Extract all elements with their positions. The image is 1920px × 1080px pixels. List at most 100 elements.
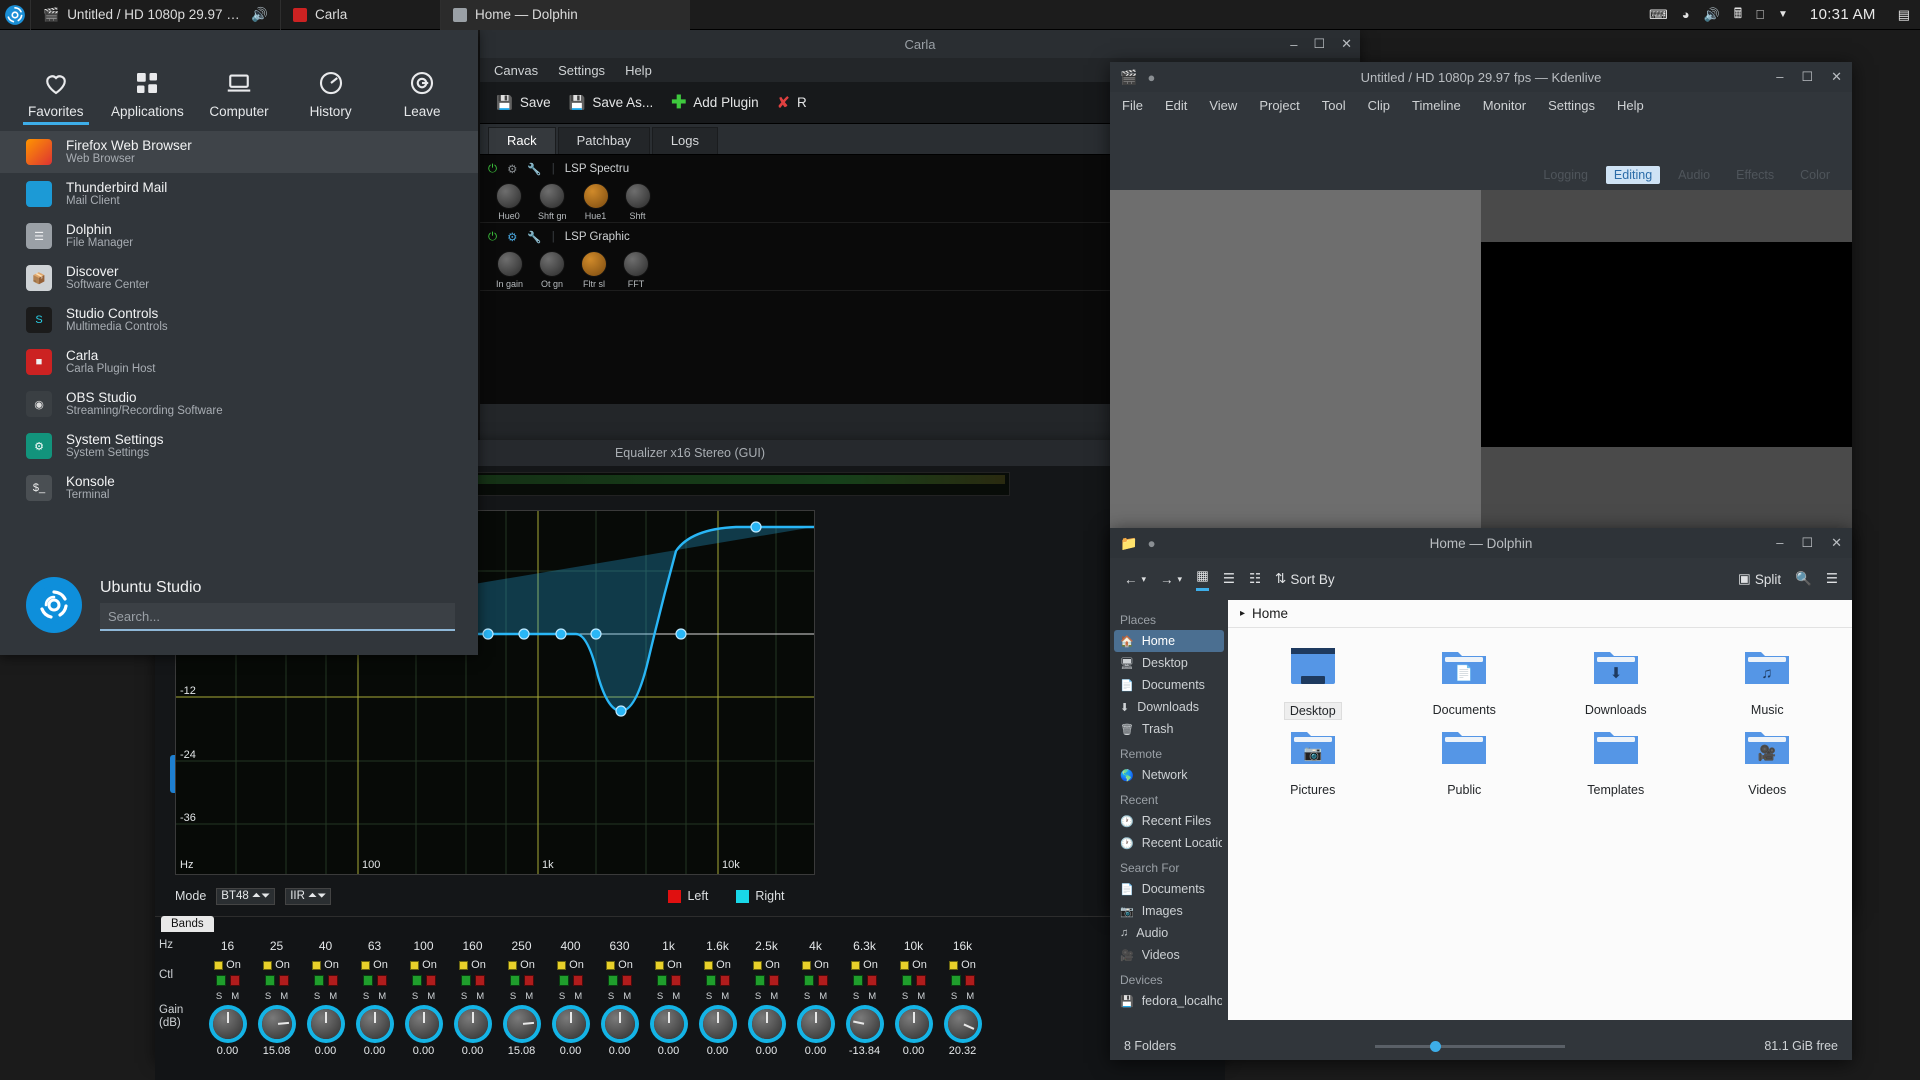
eq-band-column[interactable]: 630 On S M 0.00 <box>595 939 644 1057</box>
kdenlive-close-button[interactable]: ✕ <box>1831 69 1842 85</box>
eq-band-column[interactable]: 1.6k On S M 0.00 <box>693 939 742 1057</box>
folder-item-templates[interactable]: Templates <box>1543 726 1689 798</box>
band-enable-toggle[interactable]: On <box>459 958 486 972</box>
kickoff-launcher-icon[interactable] <box>0 0 30 30</box>
chevron-down-icon[interactable]: ▾ <box>1142 574 1147 585</box>
lsp-mode-row[interactable]: Mode BT48 ⏶⏷ IIR ⏶⏷ Left Right SPECTRUM … <box>155 881 1225 911</box>
places-item-images[interactable]: 📷 Images <box>1110 900 1228 922</box>
eq-band-column[interactable]: 63 On S M 0.00 <box>350 939 399 1057</box>
eq-band-column[interactable]: 2.5k On S M 0.00 <box>742 939 791 1057</box>
band-mute-led[interactable] <box>817 975 828 986</box>
carla-knob[interactable]: Shft <box>624 183 651 221</box>
band-solo-led[interactable] <box>656 975 667 986</box>
band-gain-knob[interactable] <box>506 1009 537 1039</box>
kdenlive-menu-timeline[interactable]: Timeline <box>1412 98 1461 113</box>
kdenlive-menubar[interactable]: File Edit View Project Tool Clip Timeline Monit… <box>1110 92 1852 118</box>
eq-band-column[interactable]: 16k On S M 20.32 <box>938 939 987 1057</box>
band-solo-led[interactable] <box>852 975 863 986</box>
band-gain-knob[interactable] <box>408 1009 439 1039</box>
band-gain-knob[interactable] <box>457 1009 488 1039</box>
carla-add-plugin-button[interactable]: ✚ Add Plugin <box>671 92 758 113</box>
chevron-down-icon[interactable]: ▼ <box>1778 9 1788 20</box>
band-solo-led[interactable] <box>803 975 814 986</box>
band-enable-toggle[interactable]: On <box>508 958 535 972</box>
band-mute-led[interactable] <box>866 975 877 986</box>
band-mute-led[interactable] <box>327 975 338 986</box>
band-mute-led[interactable] <box>572 975 583 986</box>
favorite-item-konsole[interactable]: $_ Konsole Terminal <box>0 467 478 509</box>
places-item-audio[interactable]: ♫ Audio <box>1110 922 1228 944</box>
dolphin-compact-view-button[interactable]: ☷ <box>1249 571 1261 587</box>
band-solo-led[interactable] <box>460 975 471 986</box>
eq-band-column[interactable]: 40 On S M 0.00 <box>301 939 350 1057</box>
band-gain-knob[interactable] <box>310 1009 341 1039</box>
band-enable-toggle[interactable]: On <box>949 958 976 972</box>
wrench-icon[interactable]: 🔧 <box>527 230 541 244</box>
kdenlive-minimize-button[interactable]: – <box>1776 69 1783 85</box>
carla-remove-plugin-button[interactable]: ✘ R <box>777 93 807 113</box>
kdenlive-menu-file[interactable]: File <box>1122 98 1143 113</box>
carla-menu-help[interactable]: Help <box>625 63 652 78</box>
taskbar-item-carla[interactable]: Carla <box>280 0 440 30</box>
dolphin-details-view-button[interactable]: ☰ <box>1223 571 1235 587</box>
folder-item-documents[interactable]: 📄 Documents <box>1392 646 1538 720</box>
band-solo-led[interactable] <box>411 975 422 986</box>
band-solo-led[interactable] <box>264 975 275 986</box>
kickoff-tab-leave[interactable]: Leave <box>376 68 468 125</box>
kickoff-tab-favorites[interactable]: Favorites <box>10 68 102 125</box>
band-gain-knob[interactable] <box>898 1009 929 1039</box>
dolphin-maximize-button[interactable]: ☐ <box>1801 535 1813 551</box>
display-icon[interactable]: ⎕ <box>1756 7 1764 23</box>
power-icon[interactable]: ⏻ <box>488 231 497 244</box>
kickoff-favorites-list[interactable]: Firefox Web Browser Web Browser Thunderbir… <box>0 125 478 509</box>
carla-menu-settings[interactable]: Settings <box>558 63 605 78</box>
gear-icon[interactable]: ⚙ <box>507 162 517 176</box>
kickoff-tab-computer[interactable]: Computer <box>193 68 285 125</box>
carla-save-button[interactable]: 💾 Save <box>496 95 551 111</box>
eq-band-column[interactable]: 6.3k On S M -13.84 <box>840 939 889 1057</box>
band-gain-knob[interactable] <box>555 1009 586 1039</box>
eq-band-column[interactable]: 1k On S M 0.00 <box>644 939 693 1057</box>
eq-band-column[interactable]: 250 On S M 15.08 <box>497 939 546 1057</box>
band-gain-knob[interactable] <box>359 1009 390 1039</box>
carla-tab-rack[interactable]: Rack <box>488 127 556 154</box>
carla-knob[interactable]: Fltr sl <box>581 251 608 289</box>
layout-button-editing[interactable]: Editing <box>1605 166 1661 184</box>
band-enable-toggle[interactable]: On <box>851 958 878 972</box>
keyboard-icon[interactable]: ⌨ <box>1649 7 1668 23</box>
places-item-documents[interactable]: 📄 Documents <box>1110 674 1228 696</box>
favorite-item-studio-controls[interactable]: S Studio Controls Multimedia Controls <box>0 299 478 341</box>
bands-tab[interactable]: Bands <box>161 916 214 932</box>
band-mute-led[interactable] <box>964 975 975 986</box>
band-enable-toggle[interactable]: On <box>704 958 731 972</box>
band-mute-led[interactable] <box>768 975 779 986</box>
carla-knob[interactable]: Hue0 <box>496 183 522 221</box>
clip-monitor-screen[interactable] <box>1110 242 1481 447</box>
folder-item-videos[interactable]: 🎥 Videos <box>1695 726 1841 798</box>
places-item-trash[interactable]: 🗑 Trash <box>1110 718 1228 740</box>
breadcrumb-arrow-icon[interactable]: ▸ <box>1240 608 1245 619</box>
favorite-item-thunderbird-mail[interactable]: Thunderbird Mail Mail Client <box>0 173 478 215</box>
zoom-slider-handle[interactable] <box>1430 1040 1442 1052</box>
band-enable-toggle[interactable]: On <box>312 958 339 972</box>
dolphin-places-panel[interactable]: Places 🏠 Home 🖥 Desktop 📄 Documents ⬇ Downloads 🗑… <box>1110 600 1228 1020</box>
band-enable-toggle[interactable]: On <box>753 958 780 972</box>
breadcrumb[interactable]: ▸ Home <box>1228 600 1852 628</box>
eq-band-column[interactable]: 10k On S M 0.00 <box>889 939 938 1057</box>
band-gain-knob[interactable] <box>702 1009 733 1039</box>
favorite-item-discover[interactable]: 📦 Discover Software Center <box>0 257 478 299</box>
band-gain-knob[interactable] <box>751 1009 782 1039</box>
band-mute-led[interactable] <box>229 975 240 986</box>
taskbar-item-kdenlive[interactable]: 🎬 Untitled / HD 1080p 29.97 fps... 🔊 <box>30 0 280 30</box>
places-item-recent-locations[interactable]: 🕐 Recent Locations <box>1110 832 1228 854</box>
kdenlive-menu-settings[interactable]: Settings <box>1548 98 1595 113</box>
gear-icon[interactable]: ⚙ <box>507 230 517 244</box>
project-monitor-screen[interactable] <box>1481 242 1852 447</box>
band-enable-toggle[interactable]: On <box>606 958 633 972</box>
dolphin-window[interactable]: 📁 ● Home — Dolphin – ☐ ✕ ← ▾ → ▾ ▦ ☰ ☷ ⇅ <box>1110 528 1852 1060</box>
dolphin-close-button[interactable]: ✕ <box>1831 535 1842 551</box>
eq-band-column[interactable]: 25 On S M 15.08 <box>252 939 301 1057</box>
layout-button-audio[interactable]: Audio <box>1670 166 1718 184</box>
layout-button-logging[interactable]: Logging <box>1535 166 1596 184</box>
spin-arrows-icon[interactable]: ⏶⏷ <box>308 890 326 903</box>
